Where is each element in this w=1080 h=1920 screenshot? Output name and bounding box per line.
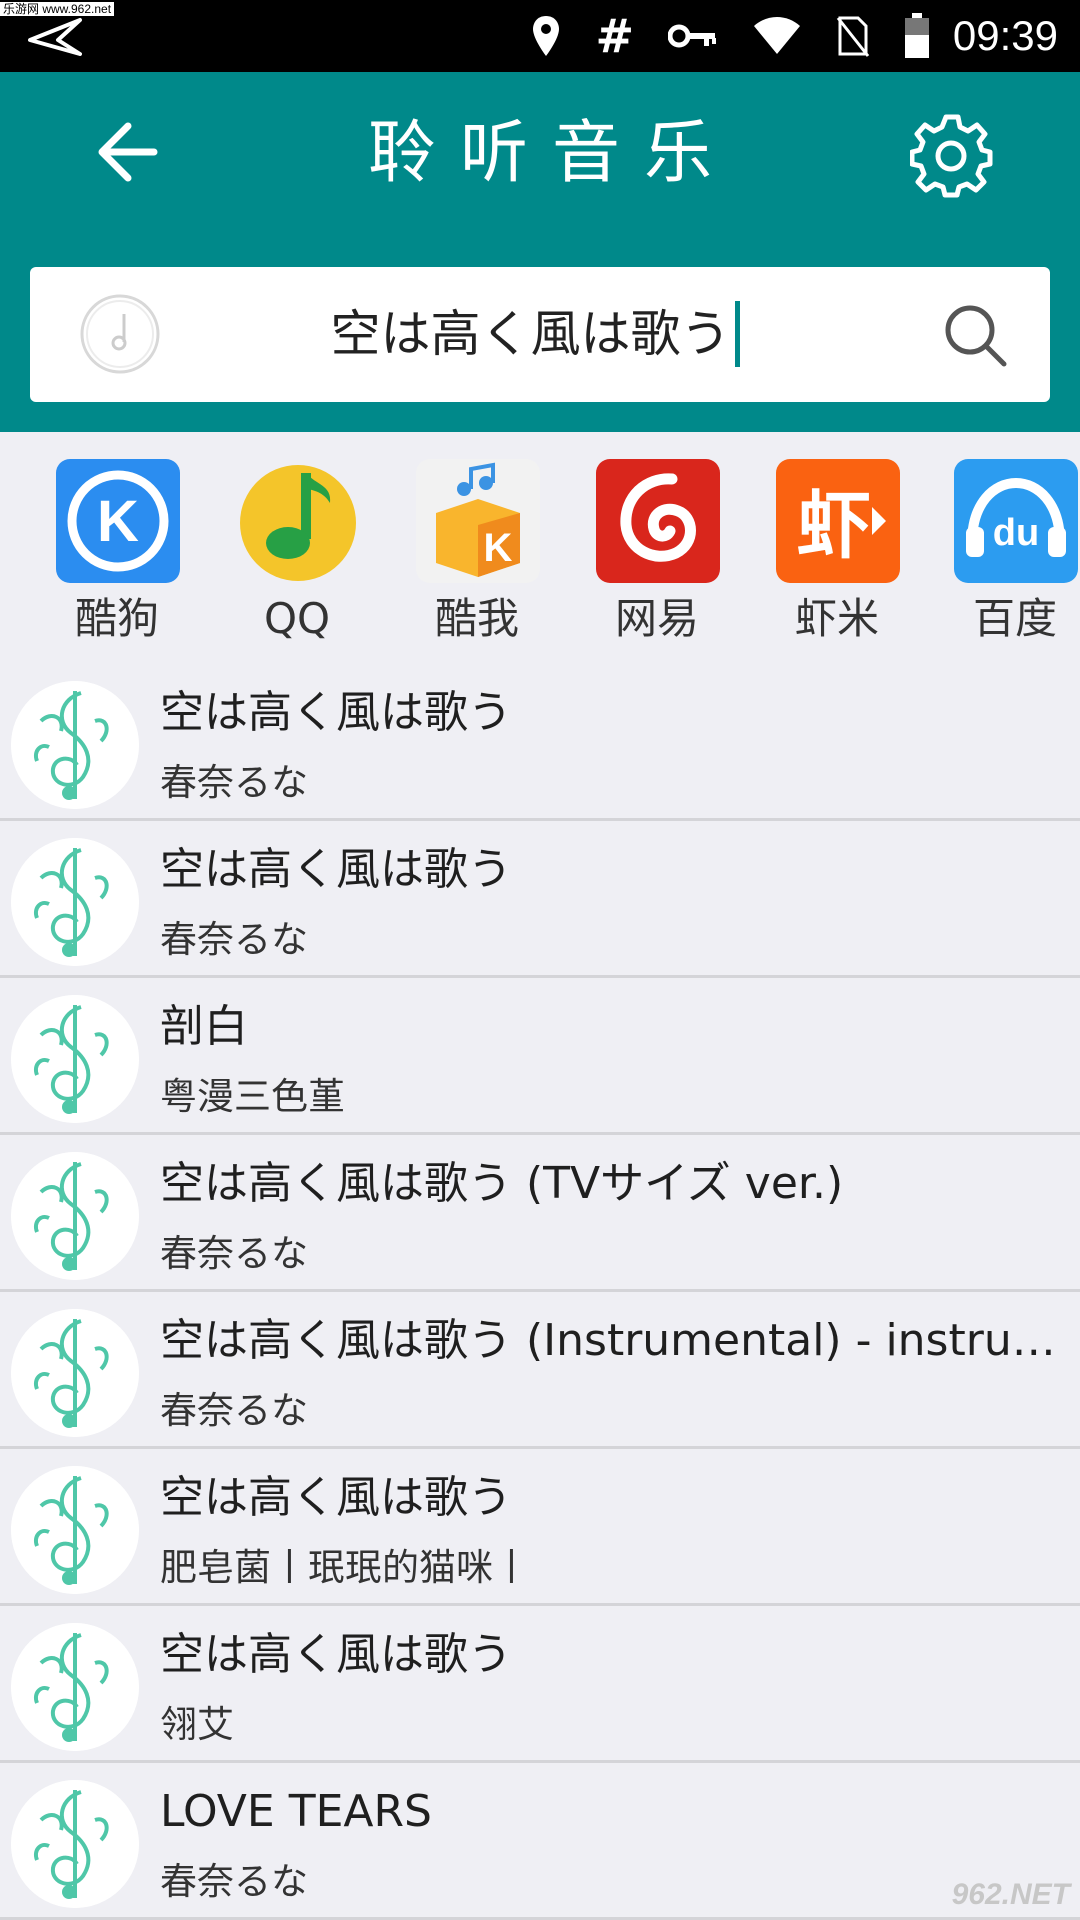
music-note-icon xyxy=(11,1152,139,1280)
song-artist: 翎艾 xyxy=(160,1703,234,1746)
qq-music-icon xyxy=(236,459,360,583)
svg-text:K: K xyxy=(484,526,513,570)
song-artist: 春奈るな xyxy=(160,1389,308,1432)
list-item[interactable]: 剖白 粤漫三色堇 xyxy=(0,978,1080,1135)
music-note-icon xyxy=(11,995,139,1123)
baidu-icon: du xyxy=(954,459,1078,583)
music-note-icon xyxy=(11,838,139,966)
source-label: 虾米 xyxy=(794,594,879,643)
status-bar: 乐游网 www.962.net # 09:39 xyxy=(0,0,1080,72)
song-title: LOVE TEARS xyxy=(160,1786,432,1837)
list-item[interactable]: 空は高く風は歌う (Instrumental) - instrume... 春奈… xyxy=(0,1292,1080,1449)
music-note-icon xyxy=(11,1780,139,1908)
back-arrow-icon[interactable] xyxy=(28,14,82,62)
list-item[interactable]: LOVE TEARS 春奈るな xyxy=(0,1763,1080,1920)
xiami-icon: 虾 xyxy=(776,459,900,583)
music-source-bar: K 酷狗 QQ K 酷我 网易 虾 虾米 du 百度 xyxy=(0,459,1080,649)
music-note-icon xyxy=(11,681,139,809)
location-icon xyxy=(531,14,561,58)
song-artist: 春奈るな xyxy=(160,1860,308,1903)
song-artist: 春奈るな xyxy=(160,918,308,961)
song-title: 剖白 xyxy=(160,1001,248,1052)
music-note-icon xyxy=(11,1309,139,1437)
svg-text:虾: 虾 xyxy=(797,483,871,569)
battery-icon xyxy=(904,13,930,59)
song-title: 空は高く風は歌う xyxy=(160,1629,512,1680)
list-item[interactable]: 空は高く風は歌う 翎艾 xyxy=(0,1606,1080,1763)
list-item[interactable]: 空は高く風は歌う 肥皂菌丨珉珉的猫咪丨 xyxy=(0,1449,1080,1606)
song-title: 空は高く風は歌う (TVサイズ ver.) xyxy=(160,1158,844,1209)
song-title: 空は高く風は歌う xyxy=(160,1472,512,1523)
svg-text:K: K xyxy=(97,489,139,554)
song-artist: 粤漫三色堇 xyxy=(160,1075,345,1118)
text-cursor xyxy=(734,300,740,367)
clock-time: 09:39 xyxy=(952,12,1058,59)
list-item[interactable]: 空は高く風は歌う (TVサイズ ver.) 春奈るな xyxy=(0,1135,1080,1292)
settings-button[interactable] xyxy=(909,114,994,198)
search-input[interactable]: 空は高く風は歌う xyxy=(190,267,880,402)
search-button[interactable] xyxy=(942,302,1008,368)
source-label: 百度 xyxy=(972,594,1057,643)
search-query-text: 空は高く風は歌う xyxy=(330,305,731,363)
hash-icon: # xyxy=(595,9,634,63)
song-artist: 春奈るな xyxy=(160,761,308,804)
source-label: 网易 xyxy=(614,594,699,643)
wifi-icon xyxy=(752,16,802,56)
source-label: QQ xyxy=(263,594,331,643)
music-note-icon xyxy=(11,1466,139,1594)
source-label: 酷狗 xyxy=(74,594,159,643)
song-title: 空は高く風は歌う xyxy=(160,687,512,738)
corner-watermark: 962.NET xyxy=(951,1878,1070,1911)
gear-icon xyxy=(909,114,993,198)
song-title: 空は高く風は歌う (Instrumental) - instrume... xyxy=(160,1315,1060,1366)
search-bar: 空は高く風は歌う xyxy=(30,267,1050,402)
no-sim-icon xyxy=(836,14,870,58)
svg-text:du: du xyxy=(993,512,1039,554)
song-artist: 肥皂菌丨珉珉的猫咪丨 xyxy=(160,1546,530,1589)
list-item[interactable]: 空は高く風は歌う 春奈るな xyxy=(0,821,1080,978)
song-list: 空は高く風は歌う 春奈るな 空は高く風は歌う 春奈るな 剖白 粤漫三色堇 空は高… xyxy=(0,664,1080,1920)
search-icon xyxy=(945,305,1007,367)
kuwo-icon: K xyxy=(416,459,540,583)
music-disc-icon[interactable] xyxy=(80,294,160,374)
kugou-icon: K xyxy=(56,459,180,583)
song-title: 空は高く風は歌う xyxy=(160,844,512,895)
source-label: 酷我 xyxy=(434,594,519,643)
app-header: 聆听音乐 空は高く風は歌う xyxy=(0,72,1080,432)
music-note-icon xyxy=(11,1623,139,1751)
netease-icon xyxy=(596,459,720,583)
list-item[interactable]: 空は高く風は歌う 春奈るな xyxy=(0,664,1080,821)
key-icon xyxy=(668,21,718,51)
song-artist: 春奈るな xyxy=(160,1232,308,1275)
